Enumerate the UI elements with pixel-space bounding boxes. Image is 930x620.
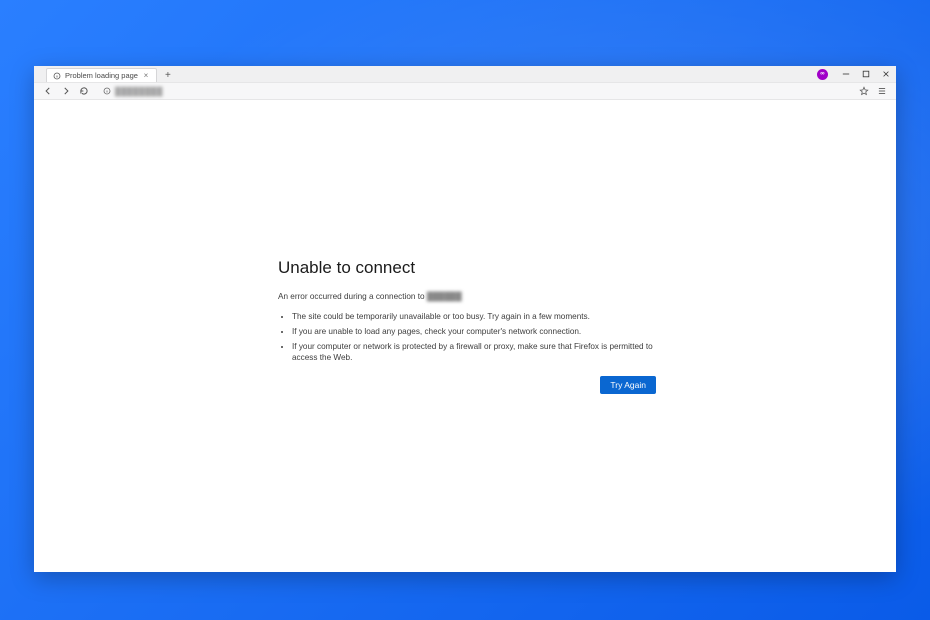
new-tab-button[interactable]: + — [161, 68, 175, 82]
browser-window: Problem loading page × + ∞ — [34, 66, 896, 572]
page-content: Unable to connect An error occurred duri… — [34, 100, 896, 572]
bookmark-star-icon[interactable] — [856, 83, 872, 99]
tab-problem-loading[interactable]: Problem loading page × — [46, 68, 157, 82]
tab-title: Problem loading page — [65, 71, 138, 80]
url-bar[interactable]: ████████ — [98, 85, 850, 98]
try-again-button[interactable]: Try Again — [600, 376, 656, 394]
error-message-prefix: An error occurred during a connection to — [278, 292, 427, 301]
nav-toolbar: ████████ — [34, 82, 896, 100]
minimize-button[interactable] — [836, 66, 856, 82]
error-title: Unable to connect — [278, 258, 656, 278]
site-identity-icon[interactable] — [103, 87, 111, 95]
error-bullet: If you are unable to load any pages, che… — [292, 326, 656, 337]
reload-button[interactable] — [76, 83, 92, 99]
forward-button[interactable] — [58, 83, 74, 99]
neterror-page: Unable to connect An error occurred duri… — [278, 258, 656, 394]
app-menu-button[interactable] — [874, 83, 890, 99]
url-text: ████████ — [115, 87, 163, 96]
error-bullet: If your computer or network is protected… — [292, 341, 656, 363]
info-icon — [53, 72, 61, 80]
error-message: An error occurred during a connection to… — [278, 292, 656, 301]
error-actions: Try Again — [278, 375, 656, 394]
error-host: ██████ — [427, 292, 462, 301]
back-button[interactable] — [40, 83, 56, 99]
account-avatar[interactable]: ∞ — [817, 69, 828, 80]
window-controls: ∞ — [817, 66, 896, 82]
maximize-button[interactable] — [856, 66, 876, 82]
error-bullet: The site could be temporarily unavailabl… — [292, 311, 656, 322]
tab-strip: Problem loading page × + ∞ — [34, 66, 896, 82]
error-suggestions: The site could be temporarily unavailabl… — [278, 311, 656, 363]
close-tab-button[interactable]: × — [142, 72, 150, 80]
window-close-button[interactable] — [876, 66, 896, 82]
